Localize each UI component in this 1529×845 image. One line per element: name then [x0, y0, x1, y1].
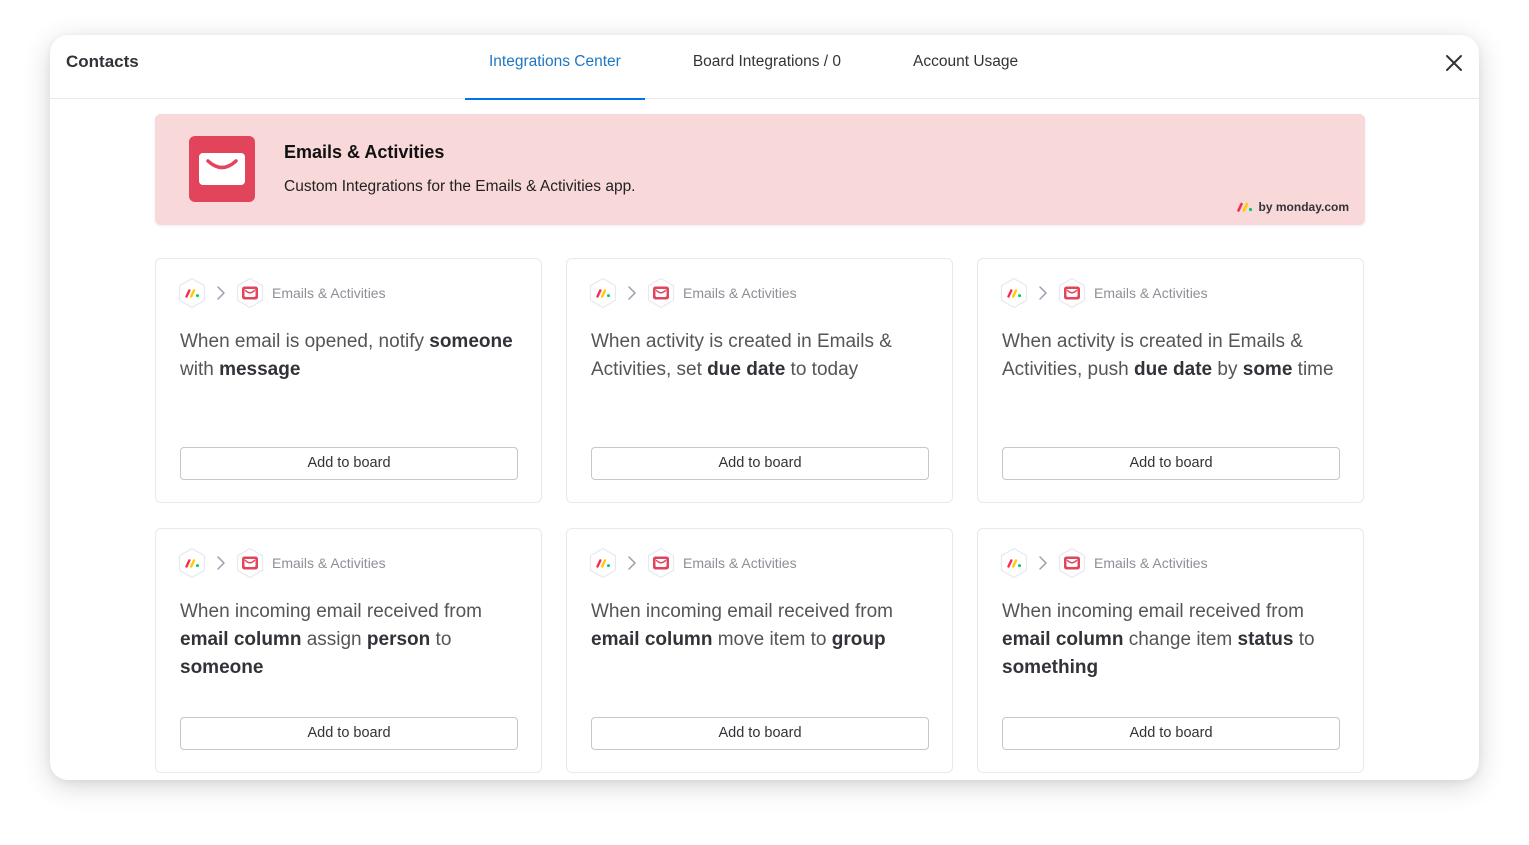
monday-logo-icon	[1000, 547, 1028, 579]
recipe-text: When email is opened, notify	[180, 331, 430, 352]
recipe-placeholder[interactable]: due date	[1134, 359, 1212, 380]
envelope-icon	[1058, 547, 1086, 579]
add-to-board-button[interactable]: Add to board	[180, 717, 518, 750]
app-name: Emails & Activities	[1094, 285, 1208, 301]
add-to-board-button[interactable]: Add to board	[591, 447, 929, 480]
recipe-flow: Emails & Activities	[176, 276, 386, 310]
recipe-placeholder[interactable]: someone	[180, 657, 263, 678]
recipe-placeholder[interactable]: person	[367, 629, 430, 650]
envelope-icon	[189, 136, 255, 202]
recipe-text: When incoming email received from	[591, 601, 894, 622]
recipe-text: assign	[301, 629, 367, 650]
recipe-placeholder[interactable]: email column	[591, 629, 712, 650]
recipe-placeholder[interactable]: status	[1238, 629, 1294, 650]
recipe-card-6: Emails & Activities When incoming email …	[977, 528, 1364, 773]
recipe-card-3: Emails & Activities When activity is cre…	[977, 258, 1364, 503]
recipe-text: with	[180, 359, 220, 380]
recipe-sentence: When activity is created in Emails & Act…	[1002, 328, 1342, 384]
chevron-right-icon	[217, 286, 225, 300]
recipe-text: When incoming email received from	[180, 601, 483, 622]
app-banner: Emails & Activities Custom Integrations …	[155, 114, 1365, 225]
recipe-flow: Emails & Activities	[998, 546, 1208, 580]
board-title: Contacts	[66, 52, 139, 71]
recipe-sentence: When incoming email received from email …	[591, 598, 931, 654]
envelope-icon	[647, 277, 675, 309]
recipe-placeholder[interactable]: email column	[180, 629, 301, 650]
monday-logo-icon	[1000, 277, 1028, 309]
app-name: Emails & Activities	[683, 555, 797, 571]
recipe-placeholder[interactable]: someone	[429, 331, 512, 352]
recipe-text: When incoming email received from	[1002, 601, 1305, 622]
recipe-text: by	[1212, 359, 1243, 380]
add-to-board-button[interactable]: Add to board	[1002, 717, 1340, 750]
recipe-sentence: When activity is created in Emails & Act…	[591, 328, 931, 384]
tab-account-usage[interactable]: Account Usage	[889, 35, 1042, 99]
app-name: Emails & Activities	[1094, 555, 1208, 571]
app-name: Emails & Activities	[272, 555, 386, 571]
tab-bar: Integrations Center Board Integrations /…	[465, 35, 1042, 100]
recipe-sentence: When incoming email received from email …	[180, 598, 520, 682]
tab-board-integrations[interactable]: Board Integrations / 0	[669, 35, 865, 99]
add-to-board-button[interactable]: Add to board	[180, 447, 518, 480]
monday-logo-icon	[589, 277, 617, 309]
byline-text: by monday.com	[1258, 200, 1349, 214]
recipe-text: time	[1292, 359, 1334, 380]
recipe-text: to	[1293, 629, 1315, 650]
integrations-modal: Contacts Integrations Center Board Integ…	[50, 35, 1479, 780]
envelope-icon	[1058, 277, 1086, 309]
banner-title: Emails & Activities	[284, 142, 445, 162]
recipe-text: to	[430, 629, 452, 650]
chevron-right-icon	[217, 556, 225, 570]
modal-header: Contacts Integrations Center Board Integ…	[50, 35, 1479, 100]
envelope-icon	[236, 277, 264, 309]
recipe-flow: Emails & Activities	[176, 546, 386, 580]
recipe-placeholder[interactable]: group	[832, 629, 886, 650]
recipe-card-2: Emails & Activities When activity is cre…	[566, 258, 953, 503]
recipe-placeholder[interactable]: email column	[1002, 629, 1123, 650]
chevron-right-icon	[628, 286, 636, 300]
byline: by monday.com	[1236, 200, 1349, 214]
tab-integrations-center[interactable]: Integrations Center	[465, 35, 645, 100]
monday-logo-icon	[178, 547, 206, 579]
recipe-text: to today	[785, 359, 859, 380]
recipe-text: move item to	[712, 629, 832, 650]
banner-description: Custom Integrations for the Emails & Act…	[284, 178, 636, 195]
add-to-board-button[interactable]: Add to board	[1002, 447, 1340, 480]
monday-logo-icon	[178, 277, 206, 309]
recipe-placeholder[interactable]: some	[1243, 359, 1293, 380]
recipe-flow: Emails & Activities	[587, 546, 797, 580]
recipe-card-5: Emails & Activities When incoming email …	[566, 528, 953, 773]
recipe-placeholder[interactable]: message	[219, 359, 300, 380]
chevron-right-icon	[628, 556, 636, 570]
app-name: Emails & Activities	[683, 285, 797, 301]
recipe-flow: Emails & Activities	[998, 276, 1208, 310]
recipe-card-1: Emails & Activities When email is opened…	[155, 258, 542, 503]
monday-logo-icon	[589, 547, 617, 579]
envelope-icon	[647, 547, 675, 579]
chevron-right-icon	[1039, 286, 1047, 300]
recipe-sentence: When email is opened, notify someone wit…	[180, 328, 520, 384]
recipe-text: change item	[1123, 629, 1238, 650]
app-name: Emails & Activities	[272, 285, 386, 301]
recipe-card-4: Emails & Activities When incoming email …	[155, 528, 542, 773]
recipe-sentence: When incoming email received from email …	[1002, 598, 1342, 682]
recipe-placeholder[interactable]: due date	[707, 359, 785, 380]
recipe-flow: Emails & Activities	[587, 276, 797, 310]
recipe-placeholder[interactable]: something	[1002, 657, 1098, 678]
monday-logo-icon	[1236, 202, 1252, 212]
chevron-right-icon	[1039, 556, 1047, 570]
add-to-board-button[interactable]: Add to board	[591, 717, 929, 750]
close-icon[interactable]	[1443, 52, 1465, 74]
envelope-icon	[236, 547, 264, 579]
